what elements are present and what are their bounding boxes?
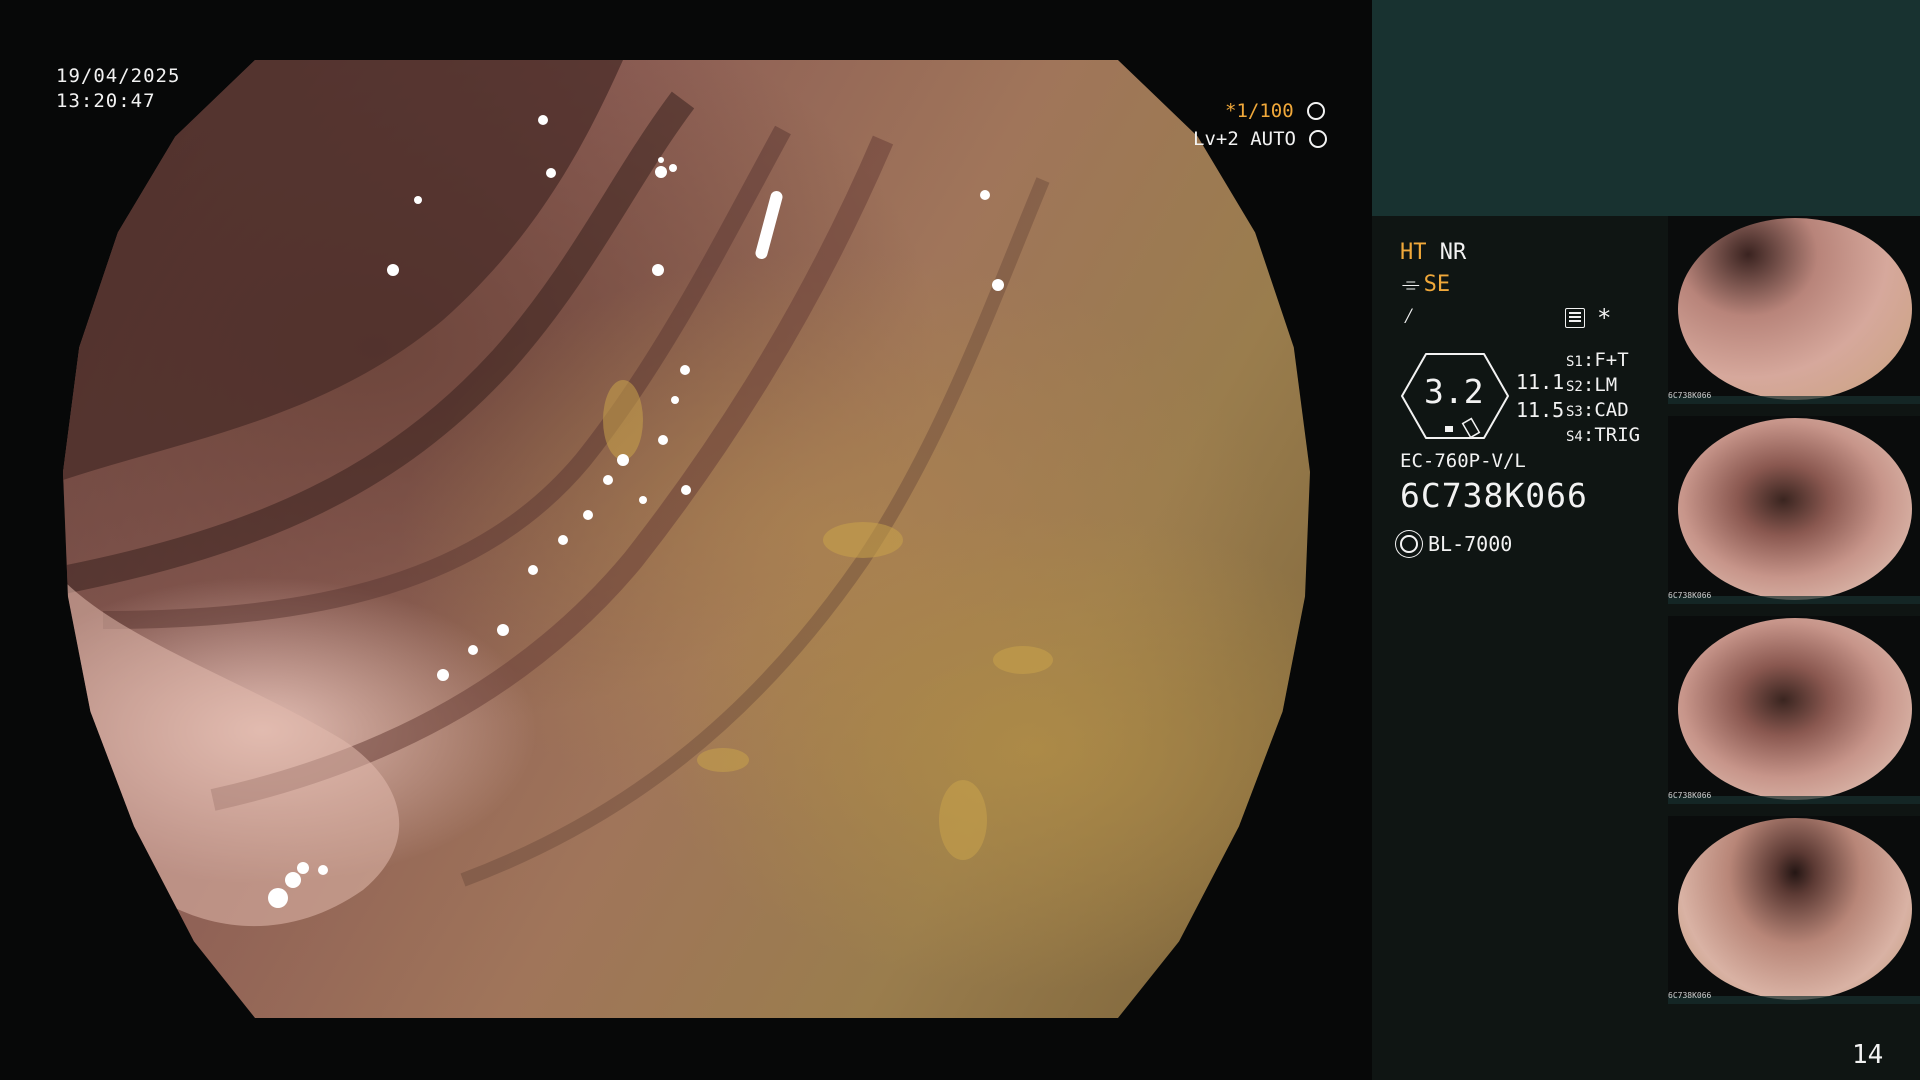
thumbnail-caption: 6C738K066	[1668, 391, 1712, 400]
ht-label: HT	[1400, 240, 1427, 265]
nr-label: NR	[1439, 240, 1467, 265]
thumbnail-image	[1678, 818, 1912, 1000]
thumbnail-1[interactable]: 6C738K066	[1668, 216, 1920, 404]
thumbnail-image	[1678, 618, 1912, 800]
thumbnail-caption: 6C738K066	[1668, 991, 1712, 1000]
s3-row: S3:CAD	[1566, 399, 1629, 421]
s4-value: TRIG	[1594, 424, 1641, 446]
se-icon: ⌯	[1402, 272, 1420, 297]
scope-model: EC-760P-V/L	[1400, 450, 1526, 472]
thumbnail-image	[1678, 218, 1912, 400]
scope-serial: 6C738K066	[1400, 476, 1588, 515]
thumbnail-image	[1678, 418, 1912, 600]
star-label: *	[1597, 304, 1612, 332]
se-label: SE	[1423, 272, 1451, 297]
panel-header	[1372, 0, 1920, 216]
level-label: Lv+2 AUTO	[1193, 128, 1296, 150]
thumbnail-2[interactable]: 6C738K066	[1668, 416, 1920, 604]
thumbnail-caption: 6C738K066	[1668, 791, 1712, 800]
zoom-icon	[1307, 102, 1326, 120]
s2-row: S2:LM	[1566, 374, 1618, 396]
f-icon: ⁄	[1402, 304, 1416, 329]
value-2: 11.5	[1516, 398, 1565, 422]
s1-row: S1:F+T	[1566, 349, 1629, 371]
page-number: 14	[1852, 1040, 1884, 1070]
s2-value: LM	[1594, 374, 1618, 396]
auto-icon	[1309, 130, 1328, 148]
time-label: 13:20:47	[56, 90, 156, 112]
hex-value: 3.2	[1424, 372, 1484, 411]
mode-row: HT NR	[1400, 240, 1466, 265]
zoom-indicator: *1/100	[1225, 100, 1326, 122]
thumbnail-4[interactable]: 6C738K066	[1668, 816, 1920, 1004]
se-row: ⌯ SE	[1402, 272, 1450, 297]
level-indicator: Lv+2 AUTO	[1193, 128, 1328, 150]
s1-value: F+T	[1594, 349, 1629, 371]
timestamp: 19/04/2025 13:20:47	[56, 64, 180, 114]
thumbnail-caption: 6C738K066	[1668, 591, 1712, 600]
value-1: 11.1	[1516, 370, 1565, 394]
zoom-label: *1/100	[1225, 100, 1294, 122]
light-source-label: BL-7000	[1428, 532, 1513, 556]
date-label: 19/04/2025	[56, 65, 181, 87]
lamp-icon	[1400, 535, 1418, 553]
menu-icon	[1565, 308, 1585, 328]
thumbnail-3[interactable]: 6C738K066	[1668, 616, 1920, 804]
light-source: BL-7000	[1400, 532, 1512, 556]
endoscope-image	[63, 60, 1053, 927]
s3-value: CAD	[1594, 399, 1629, 421]
endoscope-view	[63, 60, 1310, 1018]
s4-row: S4:TRIG	[1566, 424, 1641, 446]
